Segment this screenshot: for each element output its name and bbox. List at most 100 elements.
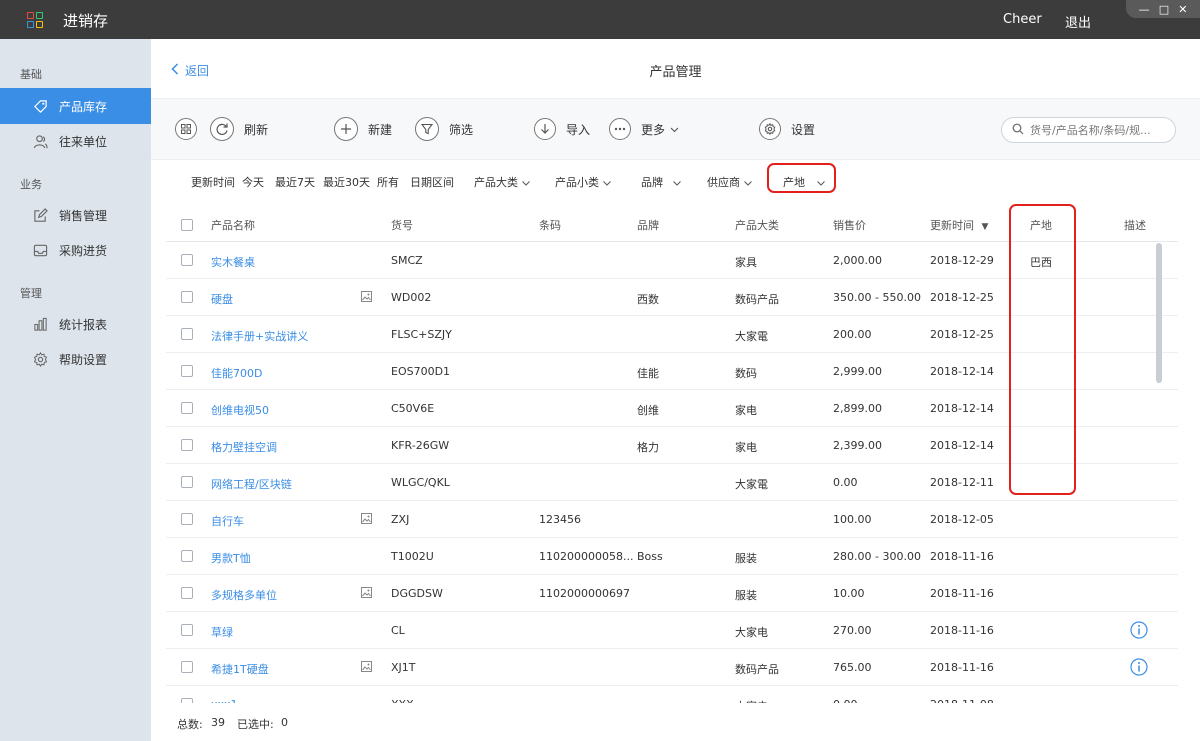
col-sku[interactable]: 货号 bbox=[391, 217, 413, 233]
sidebar-item-partners[interactable]: 往来单位 bbox=[0, 123, 151, 159]
cell-updated: 2018-12-25 bbox=[930, 328, 994, 341]
sidebar-item-help-settings[interactable]: 帮助设置 bbox=[0, 341, 151, 377]
cell-sku: WLGC/QKL bbox=[391, 476, 450, 489]
filter-category-dropdown[interactable]: 产品大类 bbox=[474, 174, 530, 190]
row-checkbox[interactable] bbox=[181, 624, 193, 636]
col-barcode[interactable]: 条码 bbox=[539, 217, 561, 233]
table-row[interactable]: 多规格多单位 DGGDSW 1102000000697 服装 10.00 2018-11-… bbox=[166, 575, 1178, 612]
minimize-icon[interactable]: — bbox=[1139, 3, 1150, 16]
filter-all[interactable]: 所有 bbox=[377, 174, 399, 190]
grid-view-button[interactable] bbox=[175, 116, 207, 142]
cell-barcode: 110200000058... bbox=[539, 550, 634, 563]
sidebar-item-label: 帮助设置 bbox=[59, 352, 108, 367]
filter-last-30-days[interactable]: 最近30天 bbox=[323, 174, 370, 190]
footer-status: 总数: 39 已选中: 0 bbox=[151, 703, 1200, 741]
sidebar-item-purchase[interactable]: 采购进货 bbox=[0, 232, 151, 268]
cell-name[interactable]: 法律手册+实战讲义 bbox=[211, 328, 308, 344]
cell-name[interactable]: 硬盘 bbox=[211, 291, 233, 307]
sidebar-item-label: 往来单位 bbox=[59, 134, 108, 149]
cell-name[interactable]: 男款T恤 bbox=[211, 550, 251, 566]
cell-name[interactable]: 草绿 bbox=[211, 624, 233, 640]
gear-icon bbox=[759, 118, 781, 140]
cell-name[interactable]: 实木餐桌 bbox=[211, 254, 255, 270]
row-checkbox[interactable] bbox=[181, 550, 193, 562]
cell-category: 家电 bbox=[735, 441, 757, 454]
filter-supplier-dropdown[interactable]: 供应商 bbox=[707, 174, 752, 190]
cell-name[interactable]: 创维电视50 bbox=[211, 402, 269, 418]
filter-last-7-days[interactable]: 最近7天 bbox=[275, 174, 315, 190]
row-checkbox[interactable] bbox=[181, 587, 193, 599]
search-box[interactable] bbox=[1001, 117, 1176, 143]
logout-link[interactable]: 退出 bbox=[1065, 12, 1091, 31]
refresh-button[interactable]: 刷新 bbox=[210, 116, 268, 142]
sidebar-item-label: 销售管理 bbox=[59, 208, 108, 223]
col-price[interactable]: 销售价 bbox=[833, 217, 866, 233]
table-row[interactable]: 草绿 CL 大家电 270.00 2018-11-16 bbox=[166, 612, 1178, 649]
cell-price: 350.00 - 550.00 bbox=[833, 291, 921, 304]
filter-today[interactable]: 今天 bbox=[242, 174, 264, 190]
image-icon[interactable] bbox=[361, 587, 372, 601]
cell-name[interactable]: 格力壁挂空调 bbox=[211, 439, 277, 455]
filter-bar: 更新时间 今天 最近7天 最近30天 所有 日期区间 产品大类 产品小类 品牌 … bbox=[151, 161, 1200, 201]
row-checkbox[interactable] bbox=[181, 254, 193, 266]
select-all-checkbox[interactable] bbox=[181, 219, 193, 231]
cell-name[interactable]: 网络工程/区块链 bbox=[211, 476, 292, 492]
row-checkbox[interactable] bbox=[181, 476, 193, 488]
cell-name[interactable]: 自行车 bbox=[211, 513, 244, 529]
gear-icon bbox=[33, 351, 48, 367]
import-label: 导入 bbox=[566, 122, 591, 137]
info-icon[interactable] bbox=[1130, 621, 1148, 642]
table-row[interactable]: 希捷1T硬盘 XJ1T 数码产品 765.00 2018-11-16 bbox=[166, 649, 1178, 686]
row-checkbox[interactable] bbox=[181, 513, 193, 525]
row-checkbox[interactable] bbox=[181, 328, 193, 340]
image-icon[interactable] bbox=[361, 291, 372, 305]
cell-name[interactable]: 佳能700D bbox=[211, 365, 262, 381]
more-label: 更多 bbox=[641, 122, 666, 137]
row-checkbox[interactable] bbox=[181, 439, 193, 451]
filter-date-range[interactable]: 日期区间 bbox=[410, 174, 454, 190]
info-icon[interactable] bbox=[1130, 658, 1148, 679]
cell-brand: Boss bbox=[637, 550, 663, 563]
chevron-down-icon bbox=[673, 176, 681, 189]
col-name[interactable]: 产品名称 bbox=[211, 217, 255, 233]
cell-price: 280.00 - 300.00 bbox=[833, 550, 921, 563]
table-row[interactable]: 男款T恤 T1002U 110200000058... Boss 服装 280.00 - … bbox=[166, 538, 1178, 575]
sidebar-item-sales[interactable]: 销售管理 bbox=[0, 197, 151, 233]
import-button[interactable]: 导入 bbox=[534, 116, 590, 142]
cell-category: 服装 bbox=[735, 589, 757, 602]
sidebar-item-product-stock[interactable]: 产品库存 bbox=[0, 88, 151, 124]
user-name[interactable]: Cheer bbox=[1003, 12, 1042, 27]
sidebar-group-basic: 基础 bbox=[20, 68, 42, 81]
col-updated[interactable]: 更新时间 ▼ bbox=[930, 217, 988, 233]
close-icon[interactable]: ✕ bbox=[1178, 3, 1187, 16]
image-icon[interactable] bbox=[361, 661, 372, 675]
new-button[interactable]: 新建 bbox=[334, 116, 392, 142]
image-icon[interactable] bbox=[361, 513, 372, 527]
col-desc[interactable]: 描述 bbox=[1124, 217, 1146, 233]
filter-button[interactable]: 筛选 bbox=[415, 116, 473, 142]
table-row[interactable]: 自行车 ZXJ 123456 100.00 2018-12-05 bbox=[166, 501, 1178, 538]
more-button[interactable]: 更多 bbox=[609, 116, 679, 142]
sidebar: 基础 产品库存 往来单位 业务 销售管理 采购进货 管理 统计报表 帮助设置 bbox=[0, 39, 151, 741]
col-category[interactable]: 产品大类 bbox=[735, 217, 779, 233]
filter-subcategory-dropdown[interactable]: 产品小类 bbox=[555, 174, 611, 190]
cell-category: 大家電 bbox=[735, 478, 768, 491]
filter-brand-dropdown[interactable]: 品牌 bbox=[641, 174, 681, 190]
search-input[interactable] bbox=[1030, 123, 1170, 137]
vertical-scrollbar[interactable] bbox=[1156, 243, 1162, 383]
sidebar-item-reports[interactable]: 统计报表 bbox=[0, 306, 151, 342]
main-content: 返回 产品管理 刷新 新建 筛选 导入 更多 设置 货号/产品名称/条码/规..… bbox=[151, 39, 1200, 741]
cell-updated: 2018-12-29 bbox=[930, 254, 994, 267]
cell-name[interactable]: 希捷1T硬盘 bbox=[211, 661, 269, 677]
row-checkbox[interactable] bbox=[181, 402, 193, 414]
cell-price: 2,000.00 bbox=[833, 254, 882, 267]
row-checkbox[interactable] bbox=[181, 291, 193, 303]
row-checkbox[interactable] bbox=[181, 661, 193, 673]
row-checkbox[interactable] bbox=[181, 365, 193, 377]
col-brand[interactable]: 品牌 bbox=[637, 217, 659, 233]
refresh-icon bbox=[210, 117, 234, 141]
cell-name[interactable]: 多规格多单位 bbox=[211, 587, 277, 603]
filter-origin-dropdown[interactable]: 产地 bbox=[783, 174, 825, 190]
settings-button[interactable]: 设置 bbox=[759, 116, 815, 142]
maximize-icon[interactable]: □ bbox=[1159, 3, 1169, 16]
